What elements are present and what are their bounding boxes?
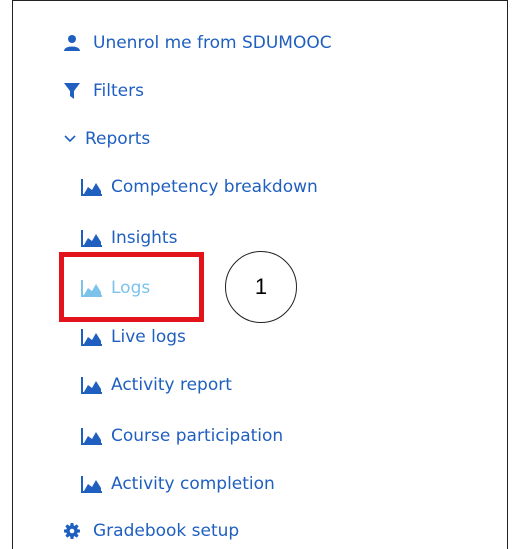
chevron-down-icon <box>63 132 77 146</box>
report-item-insights[interactable]: Insights <box>81 226 177 250</box>
report-item-label: Course participation <box>111 426 284 446</box>
unenrol-link[interactable]: Unenrol me from SDUMOOC <box>63 31 332 55</box>
report-item-activity-report[interactable]: Activity report <box>81 373 232 397</box>
gradebook-setup-link[interactable]: Gradebook setup <box>63 519 239 543</box>
reports-toggle[interactable]: Reports <box>63 127 150 151</box>
report-item-label: Live logs <box>111 327 186 347</box>
report-item-activity-completion[interactable]: Activity completion <box>81 472 275 496</box>
report-item-course-participation[interactable]: Course participation <box>81 424 283 448</box>
report-item-label: Activity completion <box>111 474 275 494</box>
step-number: 1 <box>254 274 268 299</box>
gradebook-setup-label: Gradebook setup <box>93 521 240 541</box>
area-chart-icon <box>81 328 103 346</box>
area-chart-icon <box>81 229 103 247</box>
report-item-live-logs[interactable]: Live logs <box>81 325 186 349</box>
area-chart-icon <box>81 178 103 196</box>
logs-highlight-box <box>59 252 204 322</box>
filters-label: Filters <box>93 81 144 101</box>
filters-link[interactable]: Filters <box>63 79 144 103</box>
area-chart-icon <box>81 427 103 445</box>
area-chart-icon <box>81 376 103 394</box>
report-item-label: Insights <box>111 228 178 248</box>
report-item-label: Competency breakdown <box>111 177 318 197</box>
gear-icon <box>63 522 85 540</box>
filter-icon <box>63 82 85 100</box>
reports-label: Reports <box>85 129 151 149</box>
report-item-competency-breakdown[interactable]: Competency breakdown <box>81 175 318 199</box>
step-callout: 1 <box>225 251 297 323</box>
user-icon <box>63 34 85 52</box>
unenrol-label: Unenrol me from SDUMOOC <box>93 33 332 53</box>
report-item-label: Activity report <box>111 375 232 395</box>
area-chart-icon <box>81 475 103 493</box>
